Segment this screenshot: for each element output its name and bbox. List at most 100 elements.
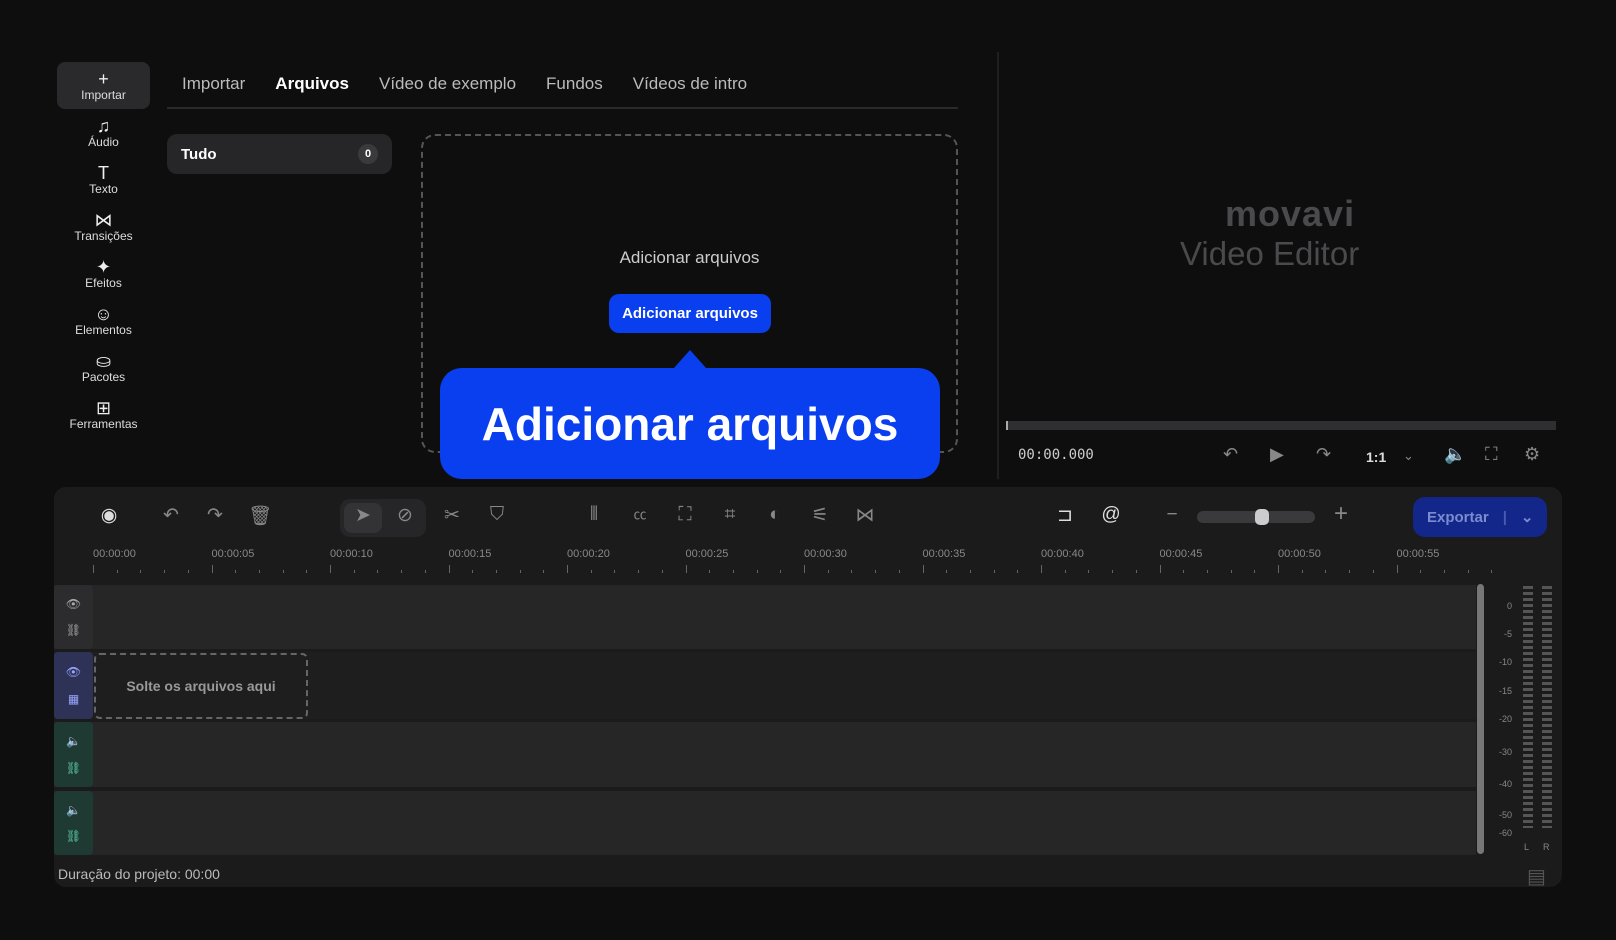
ruler-tick xyxy=(709,570,711,573)
undo-icon[interactable]: ↶ xyxy=(156,504,186,527)
ruler-tick xyxy=(330,565,331,573)
sidebar-item-importar[interactable]: + Importar xyxy=(57,62,150,109)
ruler-tick xyxy=(1183,570,1185,573)
zoom-slider-handle[interactable] xyxy=(1254,509,1269,525)
redo-icon[interactable]: ↷ xyxy=(200,504,230,527)
ruler-tick xyxy=(780,570,782,573)
grid-plus-icon: ⊞ xyxy=(95,397,112,418)
tab-fundos[interactable]: Fundos xyxy=(531,70,618,107)
ruler-tick xyxy=(187,570,189,573)
audio-track-row[interactable] xyxy=(54,722,1476,787)
project-duration: Duração do projeto: 00:00 xyxy=(58,866,220,882)
link-icon[interactable]: ⛓ xyxy=(66,761,81,775)
timecode: 00:00.000 xyxy=(1018,447,1094,463)
sidebar-item-ferramentas[interactable]: ⊞ Ferramentas xyxy=(57,391,150,438)
chevron-down-icon[interactable]: ⌄ xyxy=(1403,448,1414,464)
sticker-icon[interactable]: @ xyxy=(1096,504,1126,526)
film-icon[interactable]: ▦ xyxy=(68,692,79,706)
ruler-label: 00:00:40 xyxy=(1041,548,1084,560)
eye-icon[interactable]: 👁 xyxy=(66,597,81,611)
captions-icon[interactable]: ㏄ xyxy=(625,504,655,523)
audio-split-icon[interactable]: ⫴ xyxy=(579,504,609,526)
timeline-drop-zone[interactable]: Solte os arquivos aqui xyxy=(94,653,308,719)
cut-icon[interactable]: ✂ xyxy=(437,504,467,527)
timeline-scrollbar[interactable] xyxy=(1477,584,1484,854)
link-icon[interactable]: ⛓ xyxy=(66,623,81,637)
ruler-tick xyxy=(661,570,663,573)
forward-icon[interactable]: ↷ xyxy=(1316,444,1331,465)
zoom-in-icon[interactable]: + xyxy=(1326,500,1356,528)
playback-progress[interactable] xyxy=(1006,421,1556,430)
ruler-tick xyxy=(235,570,237,573)
transition-icon[interactable]: ⋈ xyxy=(850,504,880,527)
ruler-tick xyxy=(875,570,877,573)
focus-icon[interactable]: ⛶ xyxy=(670,504,700,526)
ruler-tick xyxy=(827,570,829,573)
record-icon[interactable]: ◉ xyxy=(94,504,124,527)
sidebar-item-label: Importar xyxy=(81,87,126,102)
marker-icon[interactable]: ⛉ xyxy=(482,504,512,526)
transition-icon: ⋈ xyxy=(94,209,113,230)
audio-track-header: 🔈 ⛓ xyxy=(54,791,93,855)
export-separator: | xyxy=(1502,508,1507,526)
video-track-header: 👁 ▦ xyxy=(54,652,93,719)
crop-icon[interactable]: ⌗ xyxy=(715,504,745,526)
sidebar-item-label: Texto xyxy=(89,181,118,196)
speaker-icon[interactable]: 🔈 xyxy=(66,734,81,748)
select-tool-icon[interactable]: ➤ xyxy=(348,504,378,527)
sidebar-item-transicoes[interactable]: ⋈ Transições xyxy=(57,203,150,250)
adjust-icon[interactable]: ⚟ xyxy=(805,504,835,527)
meter-right-bar xyxy=(1542,586,1552,828)
zoom-out-icon[interactable]: − xyxy=(1157,504,1187,526)
eye-icon[interactable]: 👁 xyxy=(66,665,81,679)
track-row[interactable] xyxy=(54,585,1476,649)
ruler-tick xyxy=(851,570,853,573)
ruler-tick xyxy=(638,570,640,573)
link-icon[interactable]: ⛓ xyxy=(66,829,81,843)
ruler-label: 00:00:20 xyxy=(567,548,610,560)
fullscreen-icon[interactable]: ⛶ xyxy=(1485,444,1498,465)
smiley-icon: ☺ xyxy=(94,303,113,324)
movavi-logo: movavi Video Editor xyxy=(1180,196,1390,276)
ruler-label: 00:00:15 xyxy=(448,548,492,560)
ruler-label: 00:00:05 xyxy=(211,548,255,560)
aspect-ratio[interactable]: 1:1 xyxy=(1366,449,1386,465)
ruler-tick xyxy=(1112,570,1114,573)
tab-videos-intro[interactable]: Vídeos de intro xyxy=(618,70,762,107)
tab-arquivos[interactable]: Arquivos xyxy=(260,70,364,107)
add-files-button[interactable]: Adicionar arquivos xyxy=(609,294,771,333)
delete-icon[interactable]: 🗑 xyxy=(245,504,275,528)
ruler-tick xyxy=(1041,565,1042,573)
panel-divider[interactable] xyxy=(997,52,999,479)
sidebar-item-elementos[interactable]: ☺ Elementos xyxy=(57,297,150,344)
ruler-tick xyxy=(804,565,805,573)
rewind-icon[interactable]: ↶ xyxy=(1223,444,1238,465)
logo-brand: movavi xyxy=(1225,193,1356,234)
razor-tool-icon[interactable]: ⊘ xyxy=(390,504,420,527)
meter-toggle-icon[interactable]: ▤ xyxy=(1527,864,1546,889)
plus-icon: + xyxy=(98,68,109,89)
speaker-icon[interactable]: 🔈 xyxy=(66,803,81,817)
meter-scale-label: -40 xyxy=(1498,779,1512,789)
filter-all[interactable]: Tudo 0 xyxy=(167,134,392,174)
export-dropdown-icon[interactable]: ⌄ xyxy=(1521,508,1534,526)
ruler-tick xyxy=(1443,570,1445,573)
export-button[interactable]: Exportar | ⌄ xyxy=(1413,497,1547,537)
tab-importar[interactable]: Importar xyxy=(167,70,260,107)
volume-icon[interactable]: 🔈 xyxy=(1444,444,1466,465)
ruler-tick xyxy=(1420,570,1422,573)
sidebar-item-texto[interactable]: T Texto xyxy=(57,156,150,203)
sidebar-item-audio[interactable]: ♫ Áudio xyxy=(57,109,150,156)
meter-scale-label: -20 xyxy=(1498,714,1512,724)
sidebar-item-efeitos[interactable]: ✦ Efeitos xyxy=(57,250,150,297)
audio-track-header: 🔈 ⛓ xyxy=(54,722,93,787)
play-icon[interactable]: ▶ xyxy=(1270,444,1284,465)
meter-scale-label: 0 xyxy=(1506,601,1512,611)
sidebar-item-label: Elementos xyxy=(75,322,132,337)
audio-detach-icon[interactable]: ⊐ xyxy=(1050,504,1080,527)
audio-track-row[interactable] xyxy=(54,791,1476,855)
tab-video-exemplo[interactable]: Vídeo de exemplo xyxy=(364,70,531,107)
color-icon[interactable]: ◐ xyxy=(760,504,790,526)
settings-gear-icon[interactable]: ⚙ xyxy=(1524,444,1540,465)
sidebar-item-pacotes[interactable]: ⛀ Pacotes xyxy=(57,344,150,391)
